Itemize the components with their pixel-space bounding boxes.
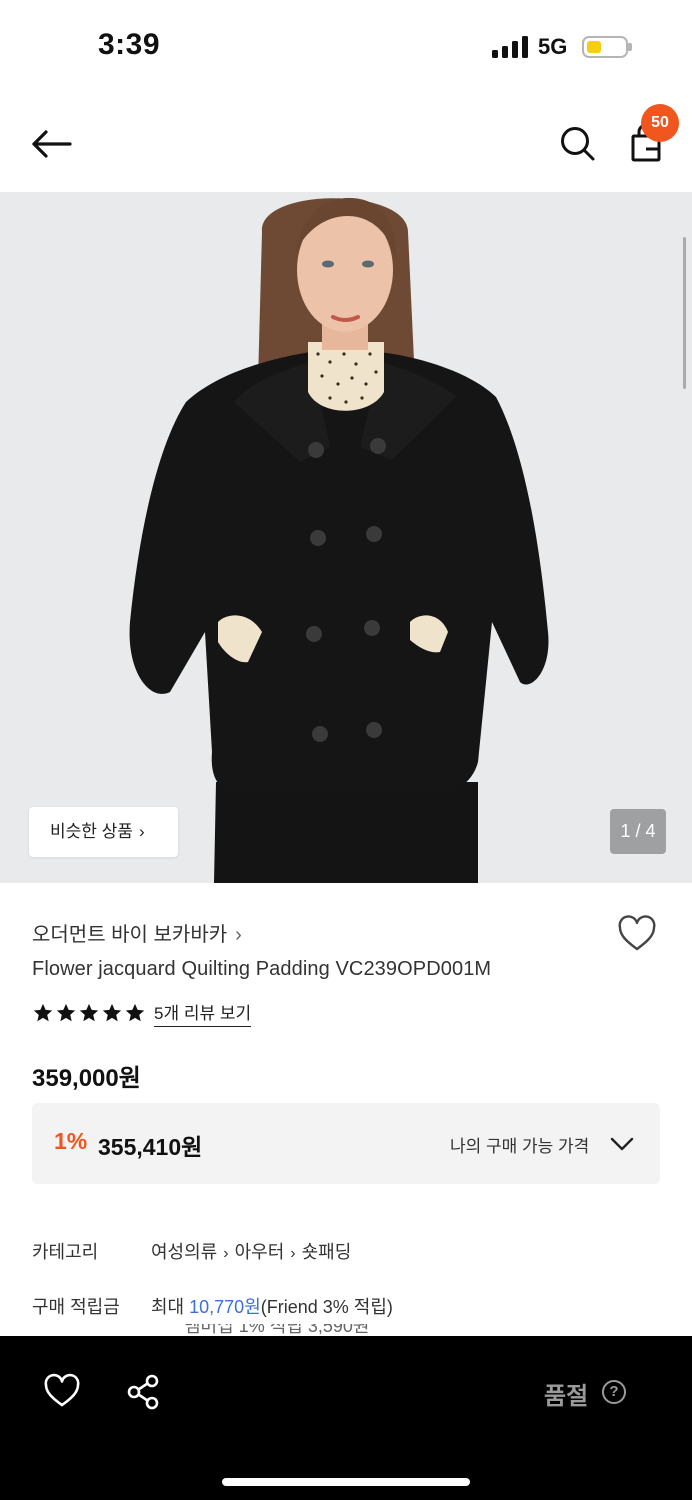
my-price-dropdown[interactable]: 1% 355,410원 나의 구매 가능 가격 [32, 1103, 660, 1184]
bottom-action-bar: 품절 ? [0, 1336, 692, 1500]
share-icon [127, 1374, 159, 1410]
search-button[interactable] [556, 122, 600, 166]
points-label: 구매 적립금 [32, 1297, 120, 1317]
membership-points-text: 멤버십 1% 적립 3,590원 [184, 1324, 370, 1336]
category-level-3[interactable]: 숏패딩 [302, 1242, 352, 1262]
cart-count-badge: 50 [641, 104, 679, 142]
brand-link[interactable]: 오더먼트 바이 보카바카 › [32, 918, 242, 947]
star-icon [56, 1003, 76, 1022]
wishlist-button[interactable] [616, 914, 658, 954]
heart-outline-icon [618, 915, 656, 951]
status-time: 3:39 [98, 28, 161, 61]
bottom-wishlist-button[interactable] [42, 1373, 82, 1409]
network-label: 5G [538, 34, 568, 59]
soldout-label: 품절 [544, 1383, 589, 1410]
arrow-left-icon [32, 130, 72, 158]
category-breadcrumb: 여성의류 › 아우터 › 숏패딩 [151, 1238, 351, 1264]
review-link[interactable]: 5개 리뷰 보기 [154, 999, 252, 1027]
share-button[interactable] [124, 1372, 164, 1412]
similar-products-label: 비슷한 상품 [50, 822, 133, 841]
membership-points-line: 멤버십 1% 적립 3,590원 [184, 1324, 369, 1336]
chevron-right-icon: › [235, 924, 242, 946]
star-icon [102, 1003, 122, 1022]
help-icon[interactable]: ? [602, 1380, 626, 1404]
brand-name: 오더먼트 바이 보카바카 [32, 924, 228, 946]
product-price: 359,000원 [32, 1065, 141, 1092]
chevron-right-icon: › [223, 1245, 229, 1262]
points-value: 최대 10,770원(Friend 3% 적립) [151, 1293, 393, 1319]
category-level-1[interactable]: 여성의류 [151, 1242, 217, 1262]
similar-products-button[interactable]: 비슷한 상품 › [29, 807, 178, 857]
points-prefix: 최대 [151, 1297, 185, 1317]
chevron-down-icon [610, 1137, 634, 1151]
product-photo [0, 192, 692, 883]
discount-rate: 1% [54, 1128, 88, 1154]
points-suffix: (Friend 3% 적립) [260, 1297, 393, 1317]
product-image-gallery[interactable]: 비슷한 상품 › 1 / 4 [0, 192, 692, 883]
points-amount: 10,770원 [189, 1297, 261, 1317]
battery-icon [582, 36, 628, 58]
my-price-label: 나의 구매 가능 가격 [450, 1137, 590, 1156]
top-header [0, 96, 692, 192]
product-name: Flower jacquard Quilting Padding VC239OP… [32, 958, 492, 980]
status-bar: 3:39 5G [0, 0, 692, 96]
chevron-right-icon: › [290, 1245, 296, 1262]
image-page-counter: 1 / 4 [610, 809, 666, 854]
star-icon [125, 1003, 145, 1022]
home-indicator [222, 1478, 470, 1486]
gallery-scrollbar[interactable] [683, 237, 686, 389]
my-price-value: 355,410원 [98, 1134, 203, 1160]
category-label: 카테고리 [32, 1242, 99, 1262]
battery-level [587, 41, 601, 53]
back-button[interactable] [28, 122, 76, 166]
category-level-2[interactable]: 아우터 [235, 1242, 285, 1262]
chevron-right-icon: › [138, 822, 145, 841]
rating-row: 5개 리뷰 보기 [32, 999, 252, 1027]
search-icon [561, 127, 595, 161]
rating-stars [32, 1002, 146, 1024]
star-icon [79, 1003, 99, 1022]
heart-outline-icon [44, 1373, 80, 1407]
signal-icon [492, 36, 528, 58]
star-icon [33, 1003, 53, 1022]
battery-tip [628, 43, 632, 51]
